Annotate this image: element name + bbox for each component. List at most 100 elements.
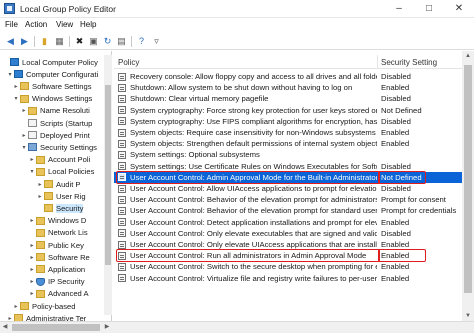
- menu-action[interactable]: Action: [25, 20, 47, 29]
- tree-item[interactable]: ▾ Local Policies: [28, 166, 94, 178]
- tree-item[interactable]: ▸ Windows D: [28, 215, 86, 227]
- policy-name: User Account Control: Admin Approval Mod…: [130, 172, 377, 182]
- policy-row[interactable]: System settings: Optional subsystems: [114, 149, 466, 160]
- tree-item[interactable]: ▸ Software Settings: [12, 80, 91, 92]
- vertical-scrollbar-thumb[interactable]: [464, 65, 472, 293]
- expand-chevron-icon[interactable]: ▸: [20, 132, 28, 139]
- policy-row[interactable]: Recovery console: Allow floppy copy and …: [114, 71, 466, 82]
- expand-chevron-icon[interactable]: ▸: [28, 266, 36, 273]
- collapse-chevron-icon[interactable]: ▾: [28, 168, 36, 175]
- column-header-security-setting[interactable]: Security Setting: [381, 58, 437, 67]
- expand-chevron-icon[interactable]: ▸: [28, 278, 36, 285]
- scroll-right-arrow-icon[interactable]: ▶: [102, 322, 112, 333]
- menu-help[interactable]: Help: [80, 20, 96, 29]
- tree-item[interactable]: ▸ Policy-based: [12, 300, 75, 312]
- tree-item[interactable]: ▸ Advanced A: [28, 288, 88, 300]
- tree-item[interactable]: ▸ Audit P: [36, 178, 80, 190]
- tree-scrollbar-thumb[interactable]: [105, 85, 111, 265]
- tree-item-label: Account Poli: [48, 155, 91, 165]
- scroll-up-arrow-icon[interactable]: ▲: [462, 51, 474, 61]
- policy-row[interactable]: System cryptography: Force strong key pr…: [114, 105, 466, 116]
- expand-chevron-icon[interactable]: ▸: [28, 156, 36, 163]
- collapse-chevron-icon[interactable]: ▾: [20, 144, 28, 151]
- tree-item[interactable]: ▾ Windows Settings: [12, 93, 92, 105]
- properties-icon[interactable]: ▣: [87, 35, 100, 48]
- export-icon[interactable]: ▤: [115, 35, 128, 48]
- expand-chevron-icon[interactable]: ▸: [12, 303, 20, 310]
- menu-view[interactable]: View: [56, 20, 73, 29]
- expand-chevron-icon[interactable]: ▸: [28, 290, 36, 297]
- tree-item[interactable]: ▸ User Rig: [36, 190, 85, 202]
- tree-item-label: IP Security: [48, 277, 85, 287]
- tree-item[interactable]: Network Lis: [28, 227, 88, 239]
- tree-item-label: Software Re: [48, 252, 90, 262]
- policy-name: User Account Control: Behavior of the el…: [130, 206, 377, 216]
- security-setting-value: Disabled: [381, 116, 411, 126]
- policy-row[interactable]: User Account Control: Switch to the secu…: [114, 261, 466, 272]
- policy-row[interactable]: System cryptography: Use FIPS compliant …: [114, 116, 466, 127]
- policy-row[interactable]: System objects: Strengthen default permi…: [114, 138, 466, 149]
- policy-row[interactable]: User Account Control: Behavior of the el…: [114, 205, 466, 216]
- policy-row[interactable]: Shutdown: Allow system to be shut down w…: [114, 82, 466, 93]
- maximize-button[interactable]: □: [414, 0, 444, 18]
- tree-item[interactable]: ▸ IP Security: [28, 276, 85, 288]
- collapse-chevron-icon[interactable]: ▾: [6, 71, 14, 78]
- back-arrow-icon[interactable]: ◀: [4, 35, 17, 48]
- collapse-chevron-icon[interactable]: ▾: [12, 95, 20, 102]
- filter-icon[interactable]: ▿: [150, 35, 163, 48]
- tree-item[interactable]: ▸ Deployed Print: [20, 129, 89, 141]
- horizontal-scrollbar-thumb[interactable]: [12, 324, 100, 331]
- policy-row[interactable]: User Account Control: Only elevate UIAcc…: [114, 239, 466, 250]
- security-setting-value: Enabled: [381, 139, 410, 149]
- horizontal-scrollbar[interactable]: ◀ ▶: [0, 321, 474, 333]
- tree-item[interactable]: ▸ Administrative Ter: [6, 312, 86, 321]
- expand-chevron-icon[interactable]: ▸: [28, 242, 36, 249]
- column-divider[interactable]: [377, 55, 378, 69]
- column-header-policy[interactable]: Policy: [118, 58, 139, 67]
- policy-row[interactable]: User Account Control: Run all administra…: [114, 250, 466, 261]
- folder-up-icon[interactable]: ▮: [38, 35, 51, 48]
- tree-item[interactable]: Local Computer Policy: [2, 56, 98, 68]
- expand-chevron-icon[interactable]: ▸: [12, 83, 20, 90]
- policy-row[interactable]: System objects: Require case insensitivi…: [114, 127, 466, 138]
- forward-arrow-icon[interactable]: ▶: [18, 35, 31, 48]
- minimize-button[interactable]: –: [384, 0, 414, 18]
- list-header: Policy Security Setting: [114, 55, 469, 69]
- tree-item[interactable]: ▾ Computer Configurati: [6, 68, 98, 80]
- expand-chevron-icon[interactable]: ▸: [36, 181, 44, 188]
- tree-item[interactable]: ▸ Public Key: [28, 239, 83, 251]
- tree-item[interactable]: ▸ Application: [28, 263, 85, 275]
- scroll-left-arrow-icon[interactable]: ◀: [0, 322, 10, 333]
- tree-item-label: Audit P: [56, 179, 81, 189]
- policy-name: User Account Control: Run all administra…: [130, 251, 367, 261]
- expand-chevron-icon[interactable]: ▸: [36, 193, 44, 200]
- close-button[interactable]: ✕: [444, 0, 474, 18]
- policy-row[interactable]: User Account Control: Allow UIAccess app…: [114, 183, 466, 194]
- tree-item[interactable]: ▸ Name Resoluti: [20, 105, 89, 117]
- delete-icon[interactable]: ✖: [73, 35, 86, 48]
- tree-item[interactable]: ▾ Security Settings: [20, 141, 97, 153]
- tree-item[interactable]: ▸ Software Re: [28, 251, 90, 263]
- policy-row[interactable]: User Account Control: Only elevate execu…: [114, 228, 466, 239]
- tree-item[interactable]: ▸ Account Poli: [28, 154, 90, 166]
- policy-row[interactable]: User Account Control: Behavior of the el…: [114, 194, 466, 205]
- tree-item[interactable]: Security: [36, 202, 84, 214]
- policy-row[interactable]: User Account Control: Detect application…: [114, 217, 466, 228]
- expand-chevron-icon[interactable]: ▸: [20, 107, 28, 114]
- expand-chevron-icon[interactable]: ▸: [28, 254, 36, 261]
- expand-chevron-icon[interactable]: ▸: [28, 217, 36, 224]
- tree-scrollbar[interactable]: [104, 55, 112, 315]
- scroll-down-arrow-icon[interactable]: ▼: [462, 311, 474, 321]
- list-vertical-scrollbar[interactable]: ▲ ▼: [462, 51, 474, 321]
- policy-row[interactable]: User Account Control: Admin Approval Mod…: [114, 171, 466, 183]
- help-icon[interactable]: ?: [135, 35, 148, 48]
- security-setting-value: Prompt for consent: [381, 195, 446, 205]
- policy-row[interactable]: System settings: Use Certificate Rules o…: [114, 161, 466, 172]
- policy-row[interactable]: Shutdown: Clear virtual memory pagefile D…: [114, 93, 466, 104]
- show-hide-tree-icon[interactable]: ▦: [53, 35, 66, 48]
- menu-file[interactable]: File: [5, 20, 18, 29]
- policy-row[interactable]: User Account Control: Virtualize file an…: [114, 273, 466, 284]
- tree-item[interactable]: Scripts (Startup: [20, 117, 92, 129]
- refresh-icon[interactable]: ↻: [101, 35, 114, 48]
- policy-name: System objects: Strengthen default permi…: [130, 139, 377, 149]
